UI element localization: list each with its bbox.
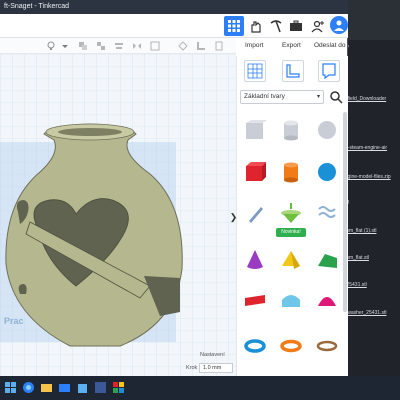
notes-icon[interactable] [214, 41, 224, 51]
blue-torus-icon [244, 339, 266, 353]
background-item[interactable]: ort-steam-engine-air [342, 145, 387, 151]
group-icon[interactable] [78, 41, 88, 51]
blue-sphere-icon [318, 163, 336, 181]
pen-icon [249, 207, 263, 223]
pickaxe-icon [270, 20, 282, 33]
sphere-hole-shape[interactable] [312, 115, 342, 145]
user-icon [334, 20, 344, 31]
briefcase-icon [290, 20, 302, 31]
background-item[interactable]: engine-model-files.zip [342, 174, 391, 180]
pink-dome-icon [318, 297, 336, 306]
orange-tube-icon [280, 339, 302, 353]
orange-cylinder-icon [284, 162, 298, 183]
cylinder-hole-shape[interactable] [276, 115, 306, 145]
cylinder-shape[interactable] [276, 157, 306, 187]
torus-shape[interactable] [240, 330, 270, 360]
box-hole-shape[interactable] [240, 115, 270, 145]
window-title: ft-Snaget - Tinkercad [0, 0, 348, 14]
ruler-icon[interactable] [196, 41, 206, 51]
workplane-icon[interactable] [150, 41, 160, 51]
hand-icon [251, 21, 261, 33]
tinkercad-taskbar-icon[interactable] [112, 381, 125, 394]
ruler-button[interactable] [282, 60, 304, 82]
workplane[interactable]: Prac [0, 54, 236, 376]
add-user-button[interactable] [308, 16, 328, 36]
edit-grid-button[interactable]: Nastavení [200, 352, 225, 358]
text-shape[interactable] [240, 285, 270, 315]
red-box-icon [246, 162, 266, 181]
send-to-button[interactable]: Odeslat do [314, 42, 345, 49]
tube-shape[interactable] [276, 330, 306, 360]
panel-scrollbar[interactable] [343, 112, 347, 312]
cylinder-hole-icon [284, 120, 298, 141]
grid-icon [228, 20, 240, 32]
sphere-hole-icon [318, 121, 336, 139]
browser-icon[interactable] [22, 381, 35, 394]
background-item[interactable]: ndfield_Downloader [342, 96, 386, 102]
box-hole-icon [246, 120, 267, 139]
search-icon[interactable] [329, 90, 343, 104]
shape-category-dropdown[interactable]: Základní tvary ▾ [240, 90, 324, 104]
workplane-grid-icon [247, 63, 263, 79]
ruler-icon [286, 64, 300, 78]
sphere-shape[interactable] [312, 157, 342, 187]
purple-cone-icon [247, 250, 263, 269]
export-button[interactable]: Export [282, 42, 301, 49]
grid-view-button[interactable] [224, 16, 244, 36]
ring-shape[interactable] [312, 330, 342, 360]
avatar[interactable] [330, 16, 348, 34]
cone-shape[interactable] [240, 245, 270, 275]
spinning-top-icon [281, 203, 301, 223]
snap-label: Krok [186, 365, 198, 371]
brown-ring-icon [316, 340, 338, 352]
roof-shape[interactable] [312, 245, 342, 275]
coil-icon [318, 206, 336, 218]
scribble-shape[interactable] [240, 198, 270, 228]
chevron-down-icon[interactable] [60, 41, 70, 51]
windows-start-icon[interactable] [4, 381, 17, 394]
light-bulb-icon[interactable] [46, 41, 56, 51]
note-icon [322, 63, 336, 80]
mirror-icon[interactable] [132, 41, 142, 51]
align-icon[interactable] [114, 41, 124, 51]
import-button[interactable]: Import [245, 42, 263, 49]
chevron-down-icon: ▾ [316, 94, 320, 100]
pickaxe-button[interactable] [266, 16, 286, 36]
collapse-panel-button[interactable]: ❯ [229, 210, 238, 224]
app-icon[interactable] [94, 381, 107, 394]
green-roof-icon [318, 254, 337, 268]
workplane-watermark: Prac [4, 316, 24, 326]
text-3d-icon [245, 295, 265, 306]
half-cylinder-icon [282, 295, 300, 307]
mail-icon[interactable] [58, 381, 71, 394]
notes-button[interactable] [318, 60, 340, 82]
shape-category-label: Základní tvary [244, 93, 285, 100]
background-item[interactable]: s_washer_25431.stl [342, 310, 386, 316]
paraboloid-shape[interactable] [312, 285, 342, 315]
workplane-canvas: Prac [0, 54, 236, 376]
coil-shape[interactable] [312, 198, 342, 228]
snap-grid-select[interactable]: 1.0 mm [199, 363, 233, 373]
cruise-icon[interactable] [178, 41, 188, 51]
workplane-button[interactable] [244, 60, 266, 82]
pyramid-shape[interactable] [276, 245, 306, 275]
new-badge: Novinka! [276, 228, 306, 237]
snap-grid-value: 1.0 mm [203, 365, 222, 371]
folder-icon[interactable] [40, 381, 53, 394]
ungroup-icon[interactable] [96, 41, 106, 51]
chevron-left-icon: ❯ [229, 212, 238, 222]
store-icon[interactable] [76, 381, 89, 394]
add-user-icon [311, 20, 324, 33]
box-shape[interactable] [240, 157, 270, 187]
briefcase-button[interactable] [286, 16, 306, 36]
tinker-button[interactable] [246, 16, 266, 36]
half-sphere-shape[interactable] [276, 285, 306, 315]
featured-shape[interactable] [276, 198, 306, 228]
yellow-pyramid-icon [282, 251, 300, 269]
